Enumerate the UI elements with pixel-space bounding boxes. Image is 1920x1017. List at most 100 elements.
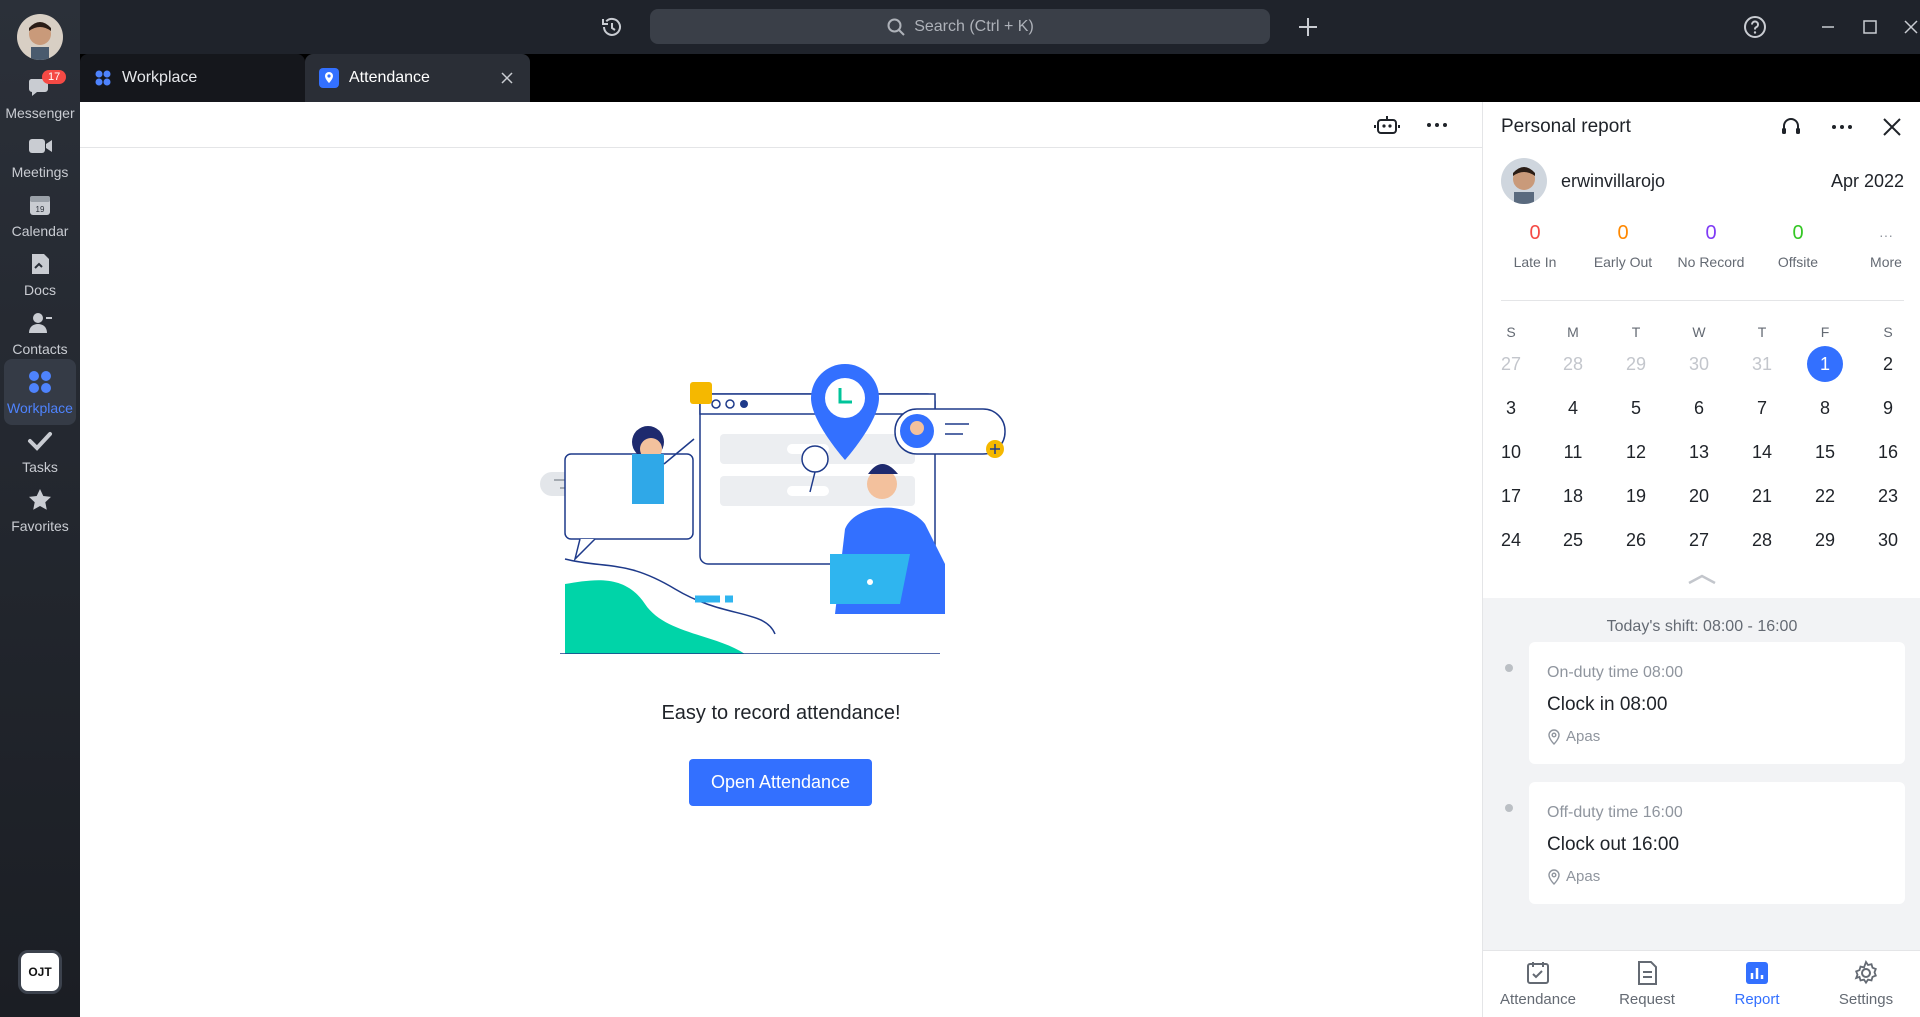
calendar-day[interactable]: 8 (1807, 390, 1843, 426)
calendar-day[interactable]: 5 (1618, 390, 1654, 426)
calendar-day[interactable]: 24 (1493, 522, 1529, 558)
docs-icon (32, 254, 49, 274)
calendar-day[interactable]: 7 (1744, 390, 1780, 426)
stat-offsite[interactable]: 0 Offsite (1754, 222, 1842, 270)
star-icon (29, 489, 51, 510)
collapse-chevron-icon[interactable] (1685, 572, 1719, 586)
history-icon[interactable] (599, 14, 625, 40)
calendar-check-icon (1527, 962, 1549, 984)
calendar-day[interactable]: 27 (1493, 346, 1529, 382)
nav-calendar[interactable]: 19 Calendar (4, 182, 76, 248)
more-icon[interactable] (1829, 114, 1855, 140)
nav-contacts[interactable]: Contacts (4, 300, 76, 366)
calendar-day[interactable]: 29 (1618, 346, 1654, 382)
nav-tasks[interactable]: Tasks (4, 418, 76, 484)
calendar-day[interactable]: 28 (1555, 346, 1591, 382)
calendar-day[interactable]: 22 (1807, 478, 1843, 514)
clock-out-card[interactable]: Off-duty time 16:00 Clock out 16:00 Apas (1529, 782, 1905, 904)
stat-late-in[interactable]: 0 Late In (1491, 222, 1579, 270)
bot-icon[interactable] (1374, 112, 1400, 138)
calendar-day[interactable]: 1 (1807, 346, 1843, 382)
bottom-tab-settings[interactable]: Settings (1811, 959, 1920, 1008)
tab-close-icon[interactable] (498, 69, 516, 87)
tab-label: Workplace (122, 69, 198, 86)
close-icon[interactable] (1879, 114, 1905, 140)
panel-title: Personal report (1501, 116, 1631, 137)
calendar-day[interactable]: 23 (1870, 478, 1906, 514)
calendar-day[interactable]: 3 (1493, 390, 1529, 426)
calendar-day[interactable]: 4 (1555, 390, 1591, 426)
tab-attendance[interactable]: Attendance (305, 54, 530, 102)
maximize-icon[interactable] (1857, 14, 1883, 40)
calendar-day[interactable]: 13 (1681, 434, 1717, 470)
org-logo[interactable]: OJT (18, 950, 62, 994)
stat-more[interactable]: ··· More (1842, 222, 1920, 270)
stat-no-record[interactable]: 0 No Record (1667, 222, 1755, 270)
nav-label: Docs (24, 282, 56, 298)
tab-workplace[interactable]: Workplace (80, 54, 305, 102)
location-text: Apas (1566, 868, 1601, 885)
stat-label: Offsite (1777, 254, 1819, 270)
nav-favorites[interactable]: Favorites (4, 477, 76, 543)
nav-workplace[interactable]: Workplace (4, 359, 76, 425)
location-pin-icon (1548, 728, 1560, 745)
calendar-day[interactable]: 19 (1618, 478, 1654, 514)
calendar-day[interactable]: 18 (1555, 478, 1591, 514)
bottom-tab-label: Request (1619, 991, 1675, 1008)
calendar-day[interactable]: 21 (1744, 478, 1780, 514)
calendar-day[interactable]: 27 (1681, 522, 1717, 558)
calendar-day[interactable]: 16 (1870, 434, 1906, 470)
gear-icon (1854, 960, 1877, 985)
content-toolbar (80, 102, 1482, 148)
report-month[interactable]: Apr 2022 (1831, 171, 1904, 192)
calendar-day[interactable]: 17 (1493, 478, 1529, 514)
calendar-day[interactable]: 14 (1744, 434, 1780, 470)
clock-in-card[interactable]: On-duty time 08:00 Clock in 08:00 Apas (1529, 642, 1905, 764)
stat-early-out[interactable]: 0 Early Out (1579, 222, 1667, 270)
attendance-illustration (540, 364, 1006, 654)
calendar-day[interactable]: 11 (1555, 434, 1591, 470)
more-icon[interactable] (1424, 112, 1450, 138)
stat-label: Early Out (1593, 254, 1653, 270)
tab-bar: Workplace Attendance (80, 54, 1920, 102)
calendar-day[interactable]: 15 (1807, 434, 1843, 470)
calendar-day[interactable]: 31 (1744, 346, 1780, 382)
profile-avatar[interactable] (17, 14, 63, 60)
nav-docs[interactable]: Docs (4, 241, 76, 307)
calendar-day[interactable]: 20 (1681, 478, 1717, 514)
calendar-day[interactable]: 9 (1870, 390, 1906, 426)
support-headset-icon[interactable] (1778, 114, 1804, 140)
help-icon[interactable] (1742, 14, 1768, 40)
bottom-tab-report[interactable]: Report (1702, 959, 1812, 1008)
window-close-icon[interactable] (1898, 14, 1920, 40)
document-icon (1638, 961, 1657, 985)
open-attendance-button[interactable]: Open Attendance (689, 759, 872, 806)
checkmark-icon (28, 432, 52, 451)
stat-value: 0 (1705, 222, 1717, 244)
calendar-day[interactable]: 25 (1555, 522, 1591, 558)
calendar-day[interactable]: 30 (1681, 346, 1717, 382)
calendar-day[interactable]: 28 (1744, 522, 1780, 558)
bottom-tab-request[interactable]: Request (1592, 959, 1702, 1008)
bottom-tab-attendance[interactable]: Attendance (1483, 959, 1593, 1008)
nav-meetings[interactable]: Meetings (4, 123, 76, 189)
calendar-day[interactable]: 30 (1870, 522, 1906, 558)
calendar-day[interactable]: 2 (1870, 346, 1906, 382)
search-bar[interactable]: Search (Ctrl + K) (650, 9, 1270, 44)
card-title: Clock in 08:00 (1547, 694, 1668, 715)
calendar-day[interactable]: 10 (1493, 434, 1529, 470)
nav-label: Meetings (11, 164, 69, 180)
weekday-label: S (1883, 324, 1893, 340)
plus-icon[interactable] (1295, 14, 1321, 40)
stat-value: 0 (1792, 222, 1804, 244)
calendar-day[interactable]: 6 (1681, 390, 1717, 426)
shift-title: Today's shift: 08:00 - 16:00 (1606, 618, 1798, 635)
calendar-day[interactable]: 12 (1618, 434, 1654, 470)
user-avatar (1501, 158, 1547, 204)
calendar-day[interactable]: 29 (1807, 522, 1843, 558)
minimize-icon[interactable] (1815, 14, 1841, 40)
nav-messenger[interactable]: Messenger 17 (4, 64, 76, 130)
card-title: Clock out 16:00 (1547, 834, 1680, 855)
calendar-day[interactable]: 26 (1618, 522, 1654, 558)
weekday-label: W (1692, 324, 1706, 340)
